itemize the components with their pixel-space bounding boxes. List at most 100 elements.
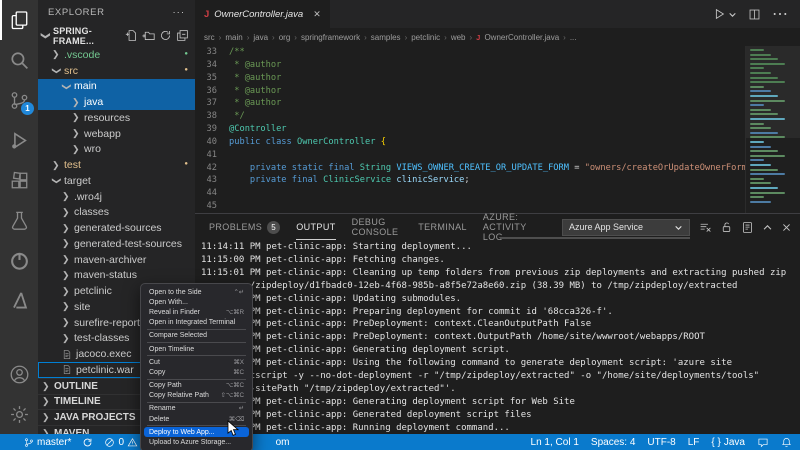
activity-settings[interactable] — [0, 394, 38, 434]
tree-item-classes[interactable]: ❯ classes — [38, 205, 195, 221]
tree-item-label: webapp — [84, 127, 121, 140]
menu-item-upload-to-azure-storage[interactable]: Upload to Azure Storage... — [141, 437, 252, 447]
tab-ownercontroller[interactable]: J OwnerController.java ✕ — [195, 0, 330, 28]
section-label: TIMELINE — [54, 396, 101, 408]
tree-item-maven-status[interactable]: ❯ maven-status — [38, 268, 195, 284]
output-channel-select[interactable]: Azure App Service — [562, 218, 690, 236]
menu-item-copy-path[interactable]: Copy Path ⌥⌘C — [141, 381, 252, 391]
breadcrumb-item[interactable]: J OwnerController.java — [476, 33, 559, 42]
panel-tab-output[interactable]: OUTPUT — [296, 214, 335, 240]
menu-item-copy-relative-path[interactable]: Copy Relative Path ⇧⌥⌘C — [141, 391, 252, 401]
tree-item-target[interactable]: ❯ target — [38, 173, 195, 189]
feedback[interactable] — [757, 437, 769, 448]
tree-item-java[interactable]: ❯ java — [38, 94, 195, 110]
minimap[interactable] — [745, 46, 800, 213]
new-folder-icon[interactable] — [142, 29, 155, 42]
log-line: PM pet-clinic-app: Running deployment co… — [201, 422, 510, 433]
file-icon — [62, 364, 72, 375]
breadcrumb-item[interactable]: ... — [570, 33, 577, 42]
tree-item-maven-archiver[interactable]: ❯ maven-archiver — [38, 252, 195, 268]
menu-item-compare-selected[interactable]: Compare Selected — [141, 331, 252, 341]
tree-item-webapp[interactable]: ❯ webapp — [38, 126, 195, 142]
tree-item-label: wro — [84, 143, 101, 156]
collapse-all-icon[interactable] — [176, 29, 189, 42]
menu-item-reveal-in-finder[interactable]: Reveal in Finder ⌥⌘R — [141, 307, 252, 317]
breadcrumb-item[interactable]: java — [253, 33, 268, 42]
log-line: PM pet-clinic-app: PreDeployment: contex… — [201, 332, 705, 343]
menu-item-open-to-the-side[interactable]: Open to the Side ⌃↵ — [141, 287, 252, 297]
menu-item-deploy-to-web-app[interactable]: Deploy to Web App... — [144, 427, 249, 438]
breadcrumb-item[interactable]: web — [451, 33, 466, 42]
cursor-position[interactable]: Ln 1, Col 1 — [531, 437, 579, 448]
git-branch[interactable]: master* — [24, 437, 71, 448]
more-actions-icon[interactable]: ⋯ — [772, 4, 788, 24]
activity-test[interactable] — [0, 200, 38, 240]
panel-tab-problems[interactable]: PROBLEMS 5 — [209, 214, 281, 240]
output-log[interactable]: 11:14:11 PM pet-clinic-app: Starting dep… — [195, 241, 795, 434]
activity-azure[interactable] — [0, 280, 38, 320]
panel-tab-terminal[interactable]: TERMINAL — [418, 214, 467, 240]
tree-item-main[interactable]: ❯ main — [38, 78, 195, 95]
menu-item-copy[interactable]: Copy ⌘C — [141, 367, 252, 377]
run-button[interactable] — [712, 7, 737, 21]
close-panel-icon[interactable] — [781, 222, 792, 233]
tree-item-generated-sources[interactable]: ❯ generated-sources — [38, 220, 195, 236]
menu-item-label: Open With... — [149, 298, 188, 306]
tree-item-label: jacoco.exec — [76, 348, 132, 361]
breadcrumb-item[interactable]: org — [279, 33, 291, 42]
chevron-down-icon: ❯ — [41, 32, 52, 40]
workspace-section-header[interactable]: ❯ SPRING-FRAME... — [38, 25, 195, 46]
code-line: 40 public class OwnerController { — [195, 136, 745, 149]
tree-item-generated-test-sources[interactable]: ❯ generated-test-sources — [38, 236, 195, 252]
code-editor[interactable]: 33/** 34 * @author 35 * @author 36 * @autho… — [195, 46, 745, 213]
tree-item-.wro4j[interactable]: ❯ .wro4j — [38, 189, 195, 205]
editor-actions: ⋯ — [712, 0, 800, 28]
menu-item-delete[interactable]: Delete ⌘⌫ — [141, 414, 252, 424]
open-log-icon[interactable] — [741, 221, 754, 234]
panel-tabbar-scrollbar[interactable] — [500, 237, 690, 239]
language-mode[interactable]: { } Java — [711, 437, 745, 448]
git-modified-dot-icon: ● — [184, 161, 188, 168]
breadcrumb-item[interactable]: src — [204, 33, 215, 42]
new-file-icon[interactable] — [125, 29, 138, 42]
breadcrumb-item[interactable]: main — [225, 33, 242, 42]
encoding[interactable]: UTF-8 — [647, 437, 675, 448]
notifications[interactable] — [781, 437, 792, 448]
activity-accounts[interactable] — [0, 354, 38, 394]
gear-icon — [9, 404, 30, 425]
breadcrumb-item[interactable]: samples — [371, 33, 401, 42]
breadcrumb-item[interactable]: petclinic — [411, 33, 440, 42]
sync[interactable] — [82, 437, 93, 448]
menu-item-open-with[interactable]: Open With... — [141, 297, 252, 307]
status-fragment[interactable]: om — [276, 437, 290, 448]
clear-output-icon[interactable] — [699, 221, 712, 234]
breadcrumb-item[interactable]: springframework — [301, 33, 360, 42]
tree-item-.vscode[interactable]: ❯ .vscode ● — [38, 47, 195, 63]
activity-run-debug[interactable] — [0, 120, 38, 160]
menu-item-open-in-integrated-terminal[interactable]: Open in Integrated Terminal — [141, 318, 252, 328]
menu-item-open-timeline[interactable]: Open Timeline — [141, 344, 252, 354]
tab-close-icon[interactable]: ✕ — [313, 9, 321, 20]
activity-search[interactable] — [0, 40, 38, 80]
context-menu: Open to the Side ⌃↵ Open With... Reveal in … — [140, 283, 253, 450]
indentation[interactable]: Spaces: 4 — [591, 437, 635, 448]
eol[interactable]: LF — [688, 437, 700, 448]
activity-source-control[interactable]: 1 — [0, 80, 38, 120]
menu-item-cut[interactable]: Cut ⌘X — [141, 357, 252, 367]
tree-item-label: site — [74, 300, 91, 313]
maximize-panel-icon[interactable] — [762, 222, 773, 233]
refresh-icon[interactable] — [159, 29, 172, 42]
tree-item-src[interactable]: ❯ src ● — [38, 63, 195, 79]
tree-item-resources[interactable]: ❯ resources — [38, 110, 195, 126]
sidebar-more-actions[interactable]: ··· — [173, 7, 186, 18]
panel-tab-debug-console[interactable]: DEBUG CONSOLE — [352, 214, 403, 240]
unlock-icon[interactable] — [720, 221, 733, 234]
sidebar-header: EXPLORER ··· — [38, 0, 195, 25]
activity-spring-boot[interactable] — [0, 240, 38, 280]
tree-item-test[interactable]: ❯ test ● — [38, 157, 195, 173]
activity-extensions[interactable] — [0, 160, 38, 200]
tree-item-wro[interactable]: ❯ wro — [38, 142, 195, 158]
activity-explorer[interactable] — [0, 0, 38, 40]
split-editor-icon[interactable] — [748, 8, 761, 21]
menu-item-rename[interactable]: Rename ↵ — [141, 404, 252, 414]
